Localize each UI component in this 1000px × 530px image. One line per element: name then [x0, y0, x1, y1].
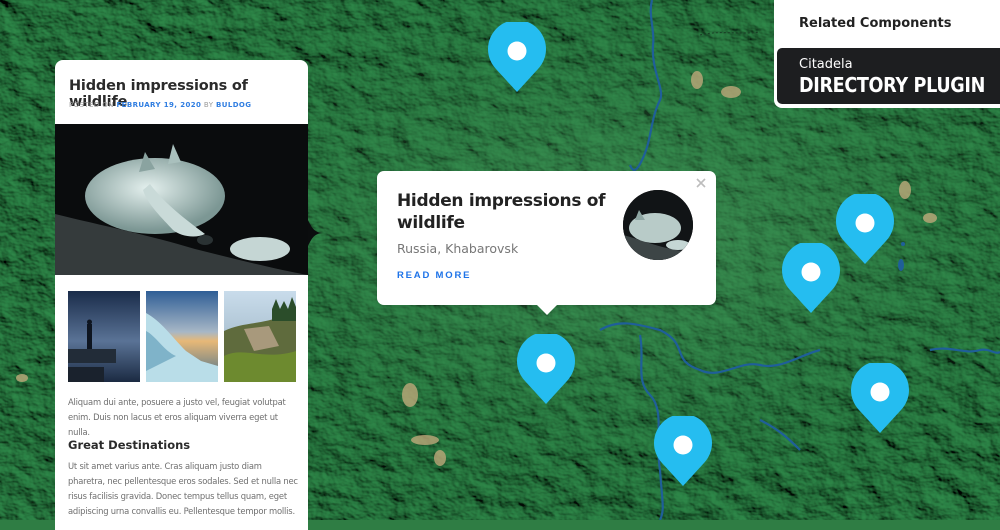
gallery-image-ice[interactable] [146, 291, 218, 382]
map-popup: Hidden impressions of wildlife Russia, K… [377, 171, 716, 315]
map-pin[interactable] [517, 334, 575, 404]
directory-plugin-badge[interactable]: Citadela DIRECTORY PLUGIN [777, 48, 1000, 104]
posted-on-label: POSTED ON [69, 101, 117, 109]
popup-location: Russia, Khabarovsk [397, 241, 519, 256]
gallery-image-night-rock[interactable] [68, 291, 140, 382]
gallery [68, 291, 296, 382]
badge-brand: Citadela [799, 57, 853, 72]
post-paragraph: Aliquam dui ante, posuere a justo vel, f… [68, 397, 286, 437]
map-pin[interactable] [851, 363, 909, 433]
map-pin[interactable] [836, 194, 894, 264]
badge-title: DIRECTORY PLUGIN [799, 73, 985, 97]
popup-title[interactable]: Hidden impressions of wildlife [397, 190, 607, 234]
popup-arrow [537, 305, 557, 315]
map-pin[interactable] [488, 22, 546, 92]
post-date-link[interactable]: FEBRUARY 19, 2020 [116, 101, 201, 109]
related-components-panel: Related Components Citadela DIRECTORY PL… [774, 0, 1000, 108]
map-pin[interactable] [782, 243, 840, 313]
by-label: BY [201, 101, 217, 109]
post-paragraph: Ut sit amet varius ante. Cras aliquam ju… [68, 461, 298, 516]
post-author-link[interactable]: BULDOG [216, 101, 251, 109]
map-pin[interactable] [654, 416, 712, 486]
hero-image-wolf[interactable] [55, 124, 308, 275]
gallery-image-forest-cliffs[interactable] [224, 291, 296, 382]
post-subheading: Great Destinations [68, 438, 191, 452]
popup-avatar-wolf[interactable] [623, 190, 693, 260]
blog-post-card: Hidden impressions of wildlife POSTED ON… [55, 60, 322, 530]
post-meta: POSTED ON FEBRUARY 19, 2020 BY BULDOG [69, 101, 251, 109]
close-icon[interactable] [694, 176, 708, 190]
card-pointer [308, 220, 322, 246]
related-title: Related Components [799, 16, 952, 31]
read-more-link[interactable]: READ MORE [397, 270, 471, 281]
